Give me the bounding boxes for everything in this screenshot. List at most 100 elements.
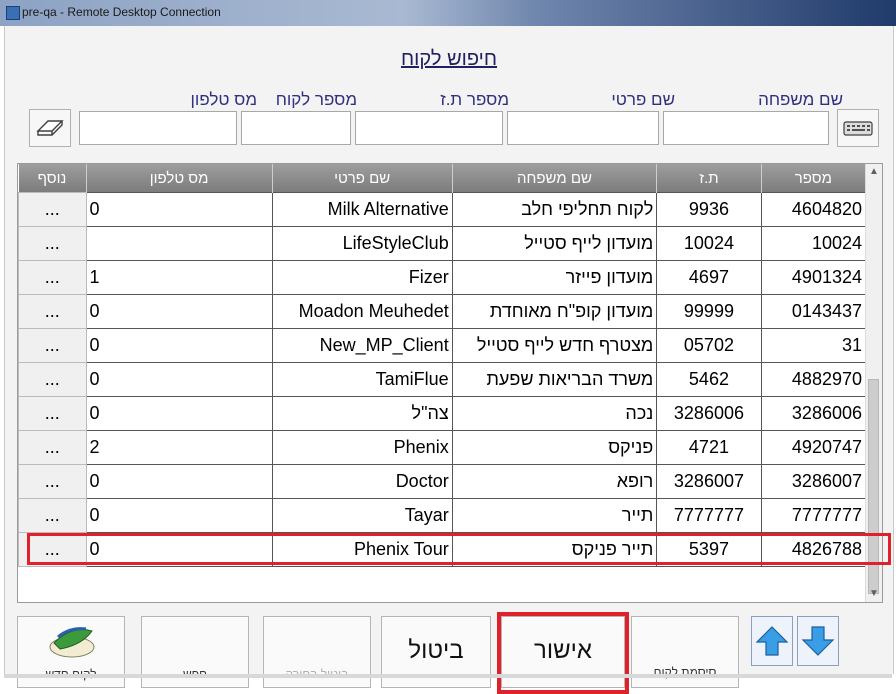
cell-first-name: Phenix [271, 430, 453, 465]
cell-first-name: Moadon Meuhedet [271, 294, 453, 329]
first-name-field[interactable] [507, 111, 659, 145]
cell-phone: 2 [85, 430, 273, 465]
table-row[interactable]: ... 2 Phenix פניקס 4721 4920747 [18, 430, 867, 465]
row-more-button[interactable]: ... [18, 294, 87, 329]
scroll-down-icon[interactable]: ▼ [866, 586, 882, 602]
col-header-id[interactable]: ת.ז [656, 164, 762, 193]
cell-last-name: תייר [451, 498, 658, 533]
table-row[interactable]: ... 0 Tayar תייר 7777777 7777777 [18, 498, 867, 533]
customer-search-dialog: חיפוש לקוח שם משפחה שם פרטי מספר ת.ז מספ… [4, 26, 894, 694]
customer-number-field[interactable] [241, 111, 351, 145]
customers-table: נוסף מס טלפון שם פרטי שם משפחה ת.ז מספר … [18, 164, 867, 567]
cell-number: 3286006 [760, 396, 867, 431]
table-row[interactable]: ... 0 TamiFlue משרד הבריאות שפעת 5462 4882970 [18, 362, 867, 397]
eraser-icon [36, 120, 64, 136]
cell-number: 7777777 [760, 498, 867, 533]
window-titlebar: pre-qa - Remote Desktop Connection [0, 0, 896, 26]
cell-number: 31 [760, 328, 867, 363]
cell-number: 4901324 [760, 260, 867, 295]
cell-id: 9936 [656, 192, 762, 227]
cell-phone: 0 [85, 294, 273, 329]
cell-phone: 0 [85, 362, 273, 397]
cell-phone: 1 [85, 260, 273, 295]
last-name-field[interactable] [663, 111, 829, 145]
clear-button[interactable] [29, 109, 71, 147]
cell-first-name: Doctor [271, 464, 453, 499]
cell-id: 7777777 [656, 498, 762, 533]
row-more-button[interactable]: ... [18, 192, 87, 227]
row-more-button[interactable]: ... [18, 498, 87, 533]
cell-number: 4882970 [760, 362, 867, 397]
cell-first-name: TamiFlue [271, 362, 453, 397]
cell-id: 10024 [656, 226, 762, 261]
arrow-down-icon [801, 626, 835, 656]
window-title: pre-qa - Remote Desktop Connection [22, 5, 221, 19]
cell-first-name: Fizer [271, 260, 453, 295]
col-header-number[interactable]: מספר [761, 164, 867, 193]
cell-last-name: מועדון פייזר [451, 260, 658, 295]
cell-first-name: Milk Alternative [271, 192, 453, 227]
row-more-button[interactable]: ... [18, 532, 87, 567]
col-header-phone[interactable]: מס טלפון [86, 164, 273, 193]
scroll-up-icon[interactable]: ▲ [866, 164, 882, 180]
row-more-button[interactable]: ... [18, 226, 87, 261]
cell-id: 3286007 [656, 464, 762, 499]
cell-last-name: תייר פניקס [451, 532, 658, 567]
scrollbar-thumb[interactable] [868, 379, 879, 594]
cell-id: 4697 [656, 260, 762, 295]
table-row[interactable]: ... 0 Milk Alternative לקוח תחליפי חלב 9936 4… [18, 192, 867, 227]
row-more-button[interactable]: ... [18, 362, 87, 397]
cell-number: 0143437 [760, 294, 867, 329]
move-down-button[interactable] [797, 616, 839, 666]
cell-phone: 0 [85, 464, 273, 499]
vertical-scrollbar[interactable]: ▲ ▼ [865, 164, 882, 602]
phone-field[interactable] [79, 111, 237, 145]
move-up-button[interactable] [751, 616, 793, 666]
table-row[interactable]: ... 1 Fizer מועדון פייזר 4697 4901324 [18, 260, 867, 295]
label-first-name: שם פרטי [611, 90, 675, 109]
cancel-label: ביטול [408, 637, 464, 664]
row-more-button[interactable]: ... [18, 430, 87, 465]
label-customer-number: מספר לקוח [275, 90, 357, 109]
table-row[interactable]: ... 0 Doctor רופא 3286007 3286007 [18, 464, 867, 499]
table-row[interactable]: ... 0 צה"ל נכה 3286006 3286006 [18, 396, 867, 431]
col-header-last-name[interactable]: שם משפחה [452, 164, 658, 193]
cell-number: 4826788 [760, 532, 867, 567]
cell-last-name: מועדון קופ"ח מאוחדת [451, 294, 658, 329]
keyboard-icon [843, 121, 873, 136]
table-row[interactable]: ... LifeStyleClub מועדון לייף סטייל 10024 10… [18, 226, 867, 261]
cell-phone: 0 [85, 192, 273, 227]
table-row[interactable]: ... 0 New_MP_Client מצטרף חדש לייף סטייל 057… [18, 328, 867, 363]
table-header-row: נוסף מס טלפון שם פרטי שם משפחה ת.ז מספר [18, 164, 867, 193]
cell-first-name: Phenix Tour [271, 532, 453, 567]
col-header-more[interactable]: נוסף [18, 164, 87, 193]
label-phone: מס טלפון [190, 90, 257, 109]
cell-first-name: צה"ל [271, 396, 453, 431]
cell-id: 5462 [656, 362, 762, 397]
col-header-first-name[interactable]: שם פרטי [272, 164, 453, 193]
row-more-button[interactable]: ... [18, 260, 87, 295]
id-field[interactable] [355, 111, 503, 145]
cell-id: 99999 [656, 294, 762, 329]
cell-last-name: נכה [451, 396, 658, 431]
cell-last-name: רופא [451, 464, 658, 499]
confirm-label: אישור [534, 637, 592, 664]
cell-id: 05702 [656, 328, 762, 363]
table-row[interactable]: ... 0 Moadon Meuhedet מועדון קופ"ח מאוחדת 99… [18, 294, 867, 329]
keyboard-button[interactable] [837, 109, 879, 147]
cell-last-name: משרד הבריאות שפעת [451, 362, 658, 397]
cell-last-name: לקוח תחליפי חלב [451, 192, 658, 227]
cell-number: 10024 [760, 226, 867, 261]
row-more-button[interactable]: ... [18, 464, 87, 499]
cell-first-name: Tayar [271, 498, 453, 533]
new-customer-icon [49, 627, 95, 658]
cell-number: 3286007 [760, 464, 867, 499]
cell-last-name: מצטרף חדש לייף סטייל [451, 328, 658, 363]
row-more-button[interactable]: ... [18, 328, 87, 363]
cell-phone [85, 226, 273, 261]
window-bottom-edge [4, 674, 892, 678]
cell-phone: 0 [85, 396, 273, 431]
table-row[interactable]: ... 0 Phenix Tour תייר פניקס 5397 4826788 [18, 532, 867, 567]
cell-id: 3286006 [656, 396, 762, 431]
row-more-button[interactable]: ... [18, 396, 87, 431]
